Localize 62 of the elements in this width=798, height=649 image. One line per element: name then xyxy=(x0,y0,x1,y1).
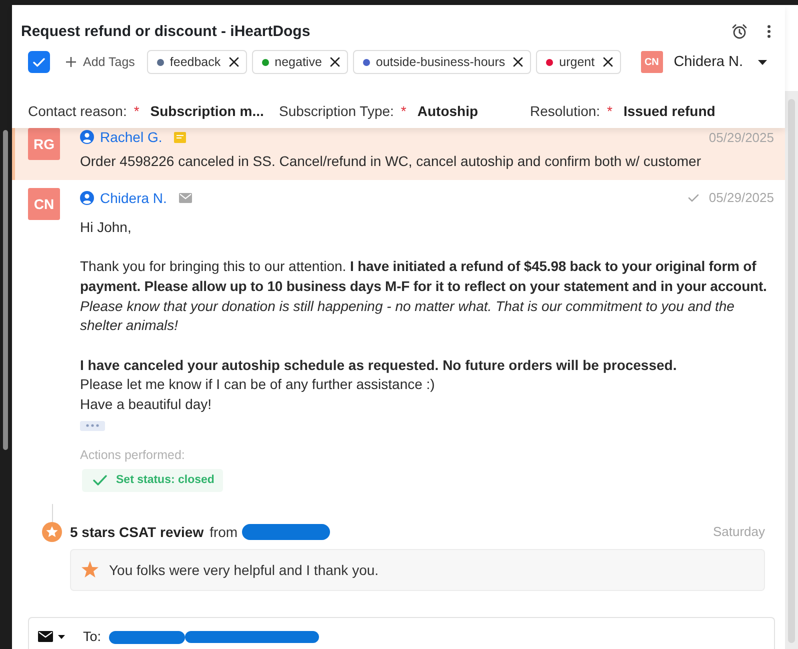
tag-label: outside-business-hours xyxy=(376,55,506,69)
assignee-dropdown[interactable]: CN Chidera N. xyxy=(640,51,775,73)
field-value[interactable]: Subscription m... xyxy=(150,103,264,119)
show-quoted-button[interactable] xyxy=(80,420,105,431)
star-badge-icon xyxy=(42,522,62,542)
envelope-icon xyxy=(38,631,53,642)
ellipsis-icon xyxy=(86,424,99,428)
message-text: Please let me know if I can be of any further assistance :) xyxy=(80,375,436,394)
actions-label: Actions performed: xyxy=(80,448,186,462)
message-text: Hi John, xyxy=(80,218,132,237)
to-label: To: xyxy=(83,630,102,644)
message-text: Thank you for bringing this to our attention. I have initiated a refund of $45.98 back to your original form of payment. Please allow up to 10 business days M-F for it to reflect on your statement and in your account. xyxy=(80,257,768,296)
field-value[interactable]: Autoship xyxy=(417,103,478,119)
check-icon xyxy=(93,474,107,486)
more-icon[interactable] xyxy=(767,24,771,38)
user-icon xyxy=(80,130,94,144)
alarm-clock-icon[interactable] xyxy=(732,24,747,38)
select-checkbox[interactable] xyxy=(28,51,50,73)
checkmark-icon xyxy=(33,58,45,66)
caret-icon xyxy=(758,60,767,64)
required-mark: * xyxy=(134,103,140,119)
remove-tag-icon[interactable] xyxy=(330,57,340,67)
user-icon xyxy=(80,190,94,205)
remove-tag-icon[interactable] xyxy=(513,57,524,67)
message-text: Please know that your donation is still happening - no matter what. That is our commitment to you and the shelter animals! xyxy=(80,296,736,336)
author-name-link[interactable]: Rachel G. xyxy=(100,129,162,145)
star-icon xyxy=(81,561,99,578)
review-comment: You folks were very helpful and I thank you. xyxy=(109,562,379,578)
channel-dropdown[interactable] xyxy=(38,630,65,644)
caret-icon xyxy=(58,634,65,639)
review-date: Saturday xyxy=(712,524,765,540)
action-text: Set status: closed xyxy=(116,474,214,486)
scrollbar-thumb[interactable] xyxy=(788,99,795,643)
assignee-avatar: CN xyxy=(640,51,663,73)
tag-label: urgent xyxy=(559,55,595,69)
tag-label: feedback xyxy=(170,55,221,69)
scrollbar-track[interactable] xyxy=(785,91,798,649)
remove-tag-icon[interactable] xyxy=(228,57,239,67)
envelope-icon xyxy=(178,192,192,203)
author-avatar: CN xyxy=(28,188,60,220)
field-label: Subscription Type: xyxy=(279,103,394,119)
author-name-link[interactable]: Chidera N. xyxy=(100,190,167,206)
author-avatar: RG xyxy=(28,128,60,160)
message-text: Have a beautiful day! xyxy=(80,395,213,414)
ticket-title: Request refund or discount - iHeartDogs xyxy=(21,22,310,40)
csat-title: 5 stars CSAT review xyxy=(70,524,204,540)
from-label: from xyxy=(210,524,238,540)
message-date: 05/29/2025 xyxy=(708,190,774,206)
scrollbar-thumb[interactable] xyxy=(3,130,8,450)
field-label: Contact reason: xyxy=(28,103,127,119)
note-icon xyxy=(174,132,186,142)
plus-icon xyxy=(66,57,76,67)
required-mark: * xyxy=(400,103,406,119)
required-mark: * xyxy=(607,103,612,119)
remove-tag-icon[interactable] xyxy=(602,57,613,67)
add-tags-button[interactable]: Add Tags xyxy=(66,55,135,69)
field-label: Resolution: xyxy=(530,103,600,119)
message-date: 05/29/2025 xyxy=(708,130,774,144)
message-text: I have canceled your autoship schedule as requested. No future orders will be processed. xyxy=(80,356,678,375)
message-text: Order 4598226 canceled in SS. Cancel/refund in WC, cancel autoship and confirm both w/ customer xyxy=(80,152,702,171)
tag-label: negative xyxy=(274,55,322,69)
field-value[interactable]: Issued refund xyxy=(624,103,716,119)
